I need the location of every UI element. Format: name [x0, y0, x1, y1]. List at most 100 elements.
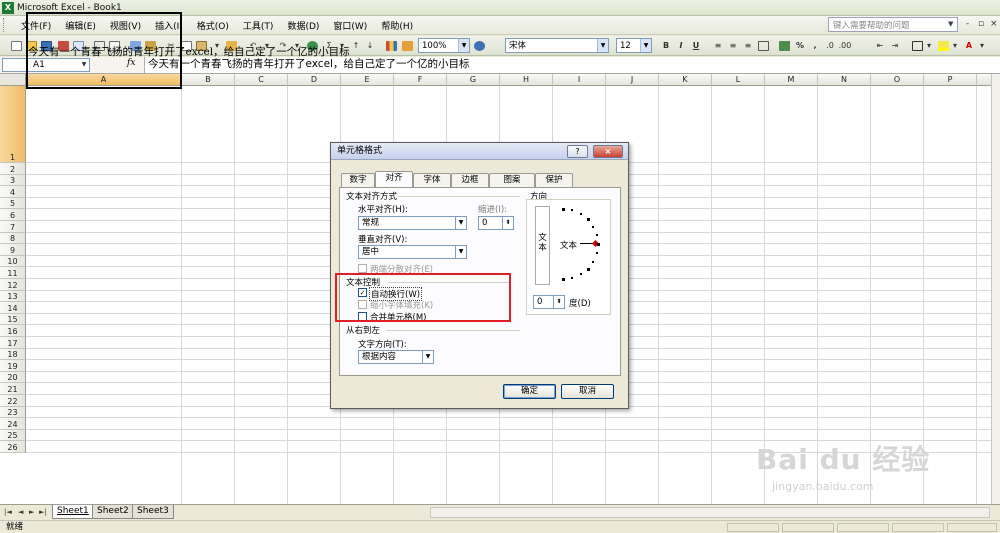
bold-button[interactable]: B	[659, 39, 673, 52]
font-size-select[interactable]: 12 ▼	[616, 38, 652, 53]
text-direction-select[interactable]: 根据内容 ▼	[358, 350, 434, 364]
row-header-16[interactable]: 16	[0, 325, 26, 337]
row-header-17[interactable]: 17	[0, 337, 26, 349]
column-header-h[interactable]: H	[500, 74, 553, 86]
chevron-down-icon[interactable]: ▼	[597, 39, 608, 52]
row-header-9[interactable]: 9	[0, 244, 26, 256]
decrease-indent-icon[interactable]: ⇤	[873, 39, 887, 52]
currency-icon[interactable]	[777, 39, 791, 52]
sheet-tab-sheet3[interactable]: Sheet3	[132, 505, 174, 519]
column-header-d[interactable]: D	[288, 74, 341, 86]
horizontal-scrollbar[interactable]	[430, 507, 990, 518]
increase-decimal-icon[interactable]: .0	[823, 39, 837, 52]
spinner-arrows-icon[interactable]: ⬍	[502, 217, 513, 229]
new-icon[interactable]	[9, 39, 23, 52]
row-header-5[interactable]: 5	[0, 197, 26, 210]
dialog-help-button[interactable]: ?	[567, 145, 588, 158]
spinner-arrows-icon[interactable]: ⬍	[553, 296, 564, 308]
close-button[interactable]: ×	[990, 19, 998, 29]
row-header-24[interactable]: 24	[0, 418, 26, 430]
help-icon[interactable]	[472, 39, 486, 52]
degrees-spinner[interactable]: 0 ⬍	[533, 295, 565, 309]
align-right-icon[interactable]: ≡	[741, 39, 755, 52]
column-header-j[interactable]: J	[606, 74, 659, 86]
increase-indent-icon[interactable]: ⇥	[888, 39, 902, 52]
chevron-down-icon[interactable]: ▼	[640, 39, 651, 52]
toolbar-grip[interactable]	[3, 18, 6, 32]
menu-help[interactable]: 帮助(H)	[374, 19, 420, 32]
row-header-3[interactable]: 3	[0, 174, 26, 187]
sheet-tab-sheet1[interactable]: Sheet1	[52, 505, 94, 519]
row-header-11[interactable]: 11	[0, 267, 26, 279]
zoom-select[interactable]: 100% ▼	[418, 38, 470, 53]
row-header-18[interactable]: 18	[0, 348, 26, 361]
row-header-12[interactable]: 12	[0, 279, 26, 291]
tab-number[interactable]: 数字	[341, 173, 375, 187]
row-header-26[interactable]: 26	[0, 441, 26, 453]
restore-button[interactable]: ▫	[978, 19, 984, 29]
chevron-down-icon[interactable]: ▼	[422, 351, 433, 363]
drawing-icon[interactable]	[400, 39, 414, 52]
cancel-button[interactable]: 取消	[561, 384, 614, 399]
column-header-k[interactable]: K	[659, 74, 712, 86]
tab-protection[interactable]: 保护	[535, 173, 573, 187]
column-header-p[interactable]: P	[924, 74, 977, 86]
row-header-6[interactable]: 6	[0, 209, 26, 221]
column-header-n[interactable]: N	[818, 74, 871, 86]
row-header-1[interactable]: 1	[0, 86, 26, 163]
menu-data[interactable]: 数据(D)	[280, 19, 326, 32]
chevron-down-icon[interactable]: ▼	[455, 217, 466, 229]
italic-button[interactable]: I	[674, 39, 688, 52]
merge-center-icon[interactable]	[756, 39, 770, 52]
chevron-down-icon[interactable]: ▼	[455, 246, 466, 258]
row-header-14[interactable]: 14	[0, 302, 26, 314]
tab-alignment[interactable]: 对齐	[375, 171, 413, 188]
last-sheet-button[interactable]: ►|	[39, 508, 47, 516]
row-header-2[interactable]: 2	[0, 163, 26, 175]
font-name-select[interactable]: 宋体 ▼	[505, 38, 609, 53]
row-header-8[interactable]: 8	[0, 232, 26, 245]
prev-sheet-button[interactable]: ◄	[18, 508, 23, 516]
row-header-7[interactable]: 7	[0, 221, 26, 233]
chart-wizard-icon[interactable]	[384, 39, 398, 52]
font-color-dropdown-icon[interactable]: ▾	[975, 39, 989, 52]
formula-input[interactable]: 今天有一个青春飞扬的青年打开了excel，给自己定了一个亿的小目标	[144, 57, 1000, 73]
decrease-decimal-icon[interactable]: .00	[838, 39, 852, 52]
vertical-select[interactable]: 居中 ▼	[358, 245, 467, 259]
horizontal-select[interactable]: 常规 ▼	[358, 216, 467, 230]
indent-spinner[interactable]: 0 ⬍	[478, 216, 514, 230]
column-header-e[interactable]: E	[341, 74, 394, 86]
row-header-15[interactable]: 15	[0, 313, 26, 326]
font-color-icon[interactable]: A	[962, 39, 976, 52]
fill-color-dropdown-icon[interactable]: ▾	[948, 39, 962, 52]
column-header-g[interactable]: G	[447, 74, 500, 86]
sort-descending-icon[interactable]: ↓	[363, 39, 377, 52]
row-header-19[interactable]: 19	[0, 360, 26, 372]
distributed-checkbox[interactable]	[358, 264, 367, 273]
help-search-input[interactable]: 键入需要帮助的问题	[828, 17, 958, 32]
tab-patterns[interactable]: 图案	[489, 173, 535, 187]
column-header-b[interactable]: B	[182, 74, 235, 86]
first-sheet-button[interactable]: |◄	[4, 508, 12, 516]
vertical-text-button[interactable]: 文本	[535, 206, 550, 285]
menu-window[interactable]: 窗口(W)	[326, 19, 374, 32]
menu-format[interactable]: 格式(O)	[190, 19, 236, 32]
row-header-20[interactable]: 20	[0, 371, 26, 384]
column-header-l[interactable]: L	[712, 74, 765, 86]
help-dropdown-icon[interactable]: ▼	[948, 20, 953, 28]
column-header-i[interactable]: I	[553, 74, 606, 86]
comma-style-button[interactable]: ,	[808, 39, 822, 52]
row-header-21[interactable]: 21	[0, 383, 26, 395]
minimize-button[interactable]: -	[966, 19, 969, 29]
underline-button[interactable]: U	[689, 39, 703, 52]
tab-border[interactable]: 边框	[451, 173, 489, 187]
column-header-o[interactable]: O	[871, 74, 924, 86]
select-all-corner[interactable]	[0, 74, 26, 86]
next-sheet-button[interactable]: ►	[29, 508, 34, 516]
sheet-tab-sheet2[interactable]: Sheet2	[92, 505, 134, 519]
ok-button[interactable]: 确定	[503, 384, 556, 399]
align-left-icon[interactable]: ≡	[711, 39, 725, 52]
tab-font[interactable]: 字体	[413, 173, 451, 187]
row-header-22[interactable]: 22	[0, 395, 26, 407]
menu-tools[interactable]: 工具(T)	[236, 19, 281, 32]
